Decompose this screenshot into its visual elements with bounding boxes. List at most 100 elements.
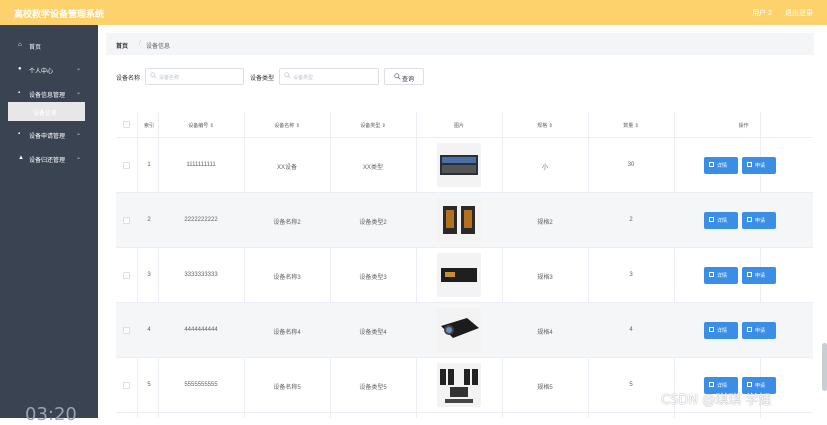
document-icon: [747, 272, 752, 277]
watermark: CSDN @琪琪 学姐: [661, 393, 772, 408]
select-all-checkbox[interactable]: [123, 121, 130, 128]
cell-spec: 小: [541, 165, 548, 171]
detail-button[interactable]: 详情: [704, 322, 738, 339]
device-image: [437, 308, 481, 352]
top-bar: 高校教学设备管理系统 用户 2 退出登录: [0, 0, 827, 25]
device-name-input[interactable]: 设备名称: [145, 68, 244, 85]
row-checkbox[interactable]: [123, 162, 130, 169]
device-type-label: 设备类型: [250, 76, 275, 82]
cell-name: 设备名称5: [273, 385, 301, 391]
detail-button-label: 详情: [717, 273, 728, 279]
sidebar-item-label: 个人中心: [29, 69, 54, 75]
cell-type: 设备类型2: [359, 220, 387, 226]
detail-button-label: 详情: [717, 218, 728, 224]
cell-type: XX类型: [362, 165, 383, 171]
breadcrumb-current: 设备信息: [146, 44, 171, 50]
breadcrumb: 首页 / 设备信息: [106, 33, 814, 55]
chevron-down-icon: ⌄: [76, 66, 82, 72]
breadcrumb-home[interactable]: 首页: [116, 41, 128, 50]
apply-button[interactable]: 申请: [742, 157, 776, 174]
query-button-label: 查询: [402, 77, 415, 83]
detail-button[interactable]: 详情: [704, 267, 738, 284]
header-type[interactable]: 设备类型 ⇕: [330, 122, 416, 129]
row-checkbox[interactable]: [123, 272, 130, 279]
cell-code: 2222222222: [184, 217, 218, 223]
cell-code: 1111111111: [186, 162, 216, 168]
header-code-label: 设备编号: [188, 123, 209, 129]
header-spec-label: 规格: [537, 123, 548, 129]
apply-button[interactable]: 申请: [742, 212, 776, 229]
device-type-placeholder: 设备类型: [293, 75, 314, 81]
detail-button-label: 详情: [717, 383, 728, 389]
table-header: 索引 设备编号 ⇕ 设备名称 ⇕ 设备类型 ⇕ 图片 规格 ⇕ 数量 ⇕ 操作: [116, 112, 813, 138]
apply-button-label: 申请: [755, 218, 766, 224]
document-icon: [709, 272, 714, 277]
sidebar-item-profile[interactable]: ● 个人中心 ⌄: [0, 61, 98, 79]
document-icon: [709, 217, 714, 222]
header-name-label: 设备名称: [274, 123, 295, 129]
sidebar-item-label: 设备申请管理: [29, 134, 66, 140]
cell-code: 5555555555: [184, 382, 218, 388]
search-icon: [150, 72, 157, 79]
cell-index: 5: [147, 382, 151, 388]
header-name[interactable]: 设备名称 ⇕: [244, 122, 330, 129]
document-icon: [747, 327, 752, 332]
search-icon: [394, 73, 401, 80]
header-qty-label: 数量: [623, 123, 634, 129]
header-code[interactable]: 设备编号 ⇕: [158, 122, 244, 129]
apply-button-label: 申请: [755, 383, 766, 389]
cell-type: 设备类型4: [359, 330, 387, 336]
cell-qty: 2: [629, 217, 633, 223]
device-name-label: 设备名称: [116, 76, 141, 82]
table-row: 4 4444444444 设备名称4 设备类型4 规格4 4 详情 申请: [116, 303, 813, 358]
header-spec[interactable]: 规格 ⇕: [502, 122, 588, 129]
cell-name: 设备名称2: [273, 220, 301, 226]
document-icon: [747, 162, 752, 167]
query-button[interactable]: 查询: [384, 68, 424, 85]
cell-index: 3: [147, 272, 151, 278]
detail-button-label: 详情: [717, 328, 728, 334]
apply-button-label: 申请: [755, 328, 766, 334]
sidebar-item-device-apply[interactable]: ▪ 设备申请管理 ⌄: [0, 126, 98, 144]
apply-button[interactable]: 申请: [742, 322, 776, 339]
sidebar-item-device-return[interactable]: ▲ 设备归还管理 ⌄: [0, 150, 98, 168]
cell-code: 3333333333: [184, 272, 218, 278]
apply-button[interactable]: 申请: [742, 267, 776, 284]
logout-link[interactable]: 退出登录: [785, 8, 813, 18]
user-menu[interactable]: 用户 2: [752, 8, 772, 18]
cell-code: 4444444444: [184, 327, 218, 333]
header-index: 索引: [143, 123, 154, 129]
cell-spec: 规格4: [537, 330, 553, 336]
sidebar-item-home[interactable]: ⌂ 首页: [0, 37, 98, 55]
detail-button[interactable]: 详情: [704, 212, 738, 229]
document-icon: [747, 217, 752, 222]
device-image: [437, 143, 481, 187]
user-icon: ●: [18, 66, 22, 72]
row-checkbox[interactable]: [123, 382, 130, 389]
bank-icon: ▲: [18, 155, 24, 161]
detail-button[interactable]: 详情: [704, 157, 738, 174]
cell-name: 设备名称3: [273, 275, 301, 281]
document-icon: [709, 327, 714, 332]
breadcrumb-separator: /: [139, 41, 141, 47]
apply-button-label: 申请: [755, 163, 766, 169]
device-type-input[interactable]: 设备类型: [279, 68, 379, 85]
grid-icon: ▪: [18, 131, 21, 137]
header-qty[interactable]: 数量 ⇕: [588, 122, 674, 129]
device-name-placeholder: 设备名称: [159, 75, 180, 81]
cell-qty: 5: [629, 382, 633, 388]
cell-qty: 30: [627, 162, 635, 168]
sidebar-subitem-device-info[interactable]: 设备信息: [8, 102, 85, 121]
scrollbar[interactable]: [822, 343, 827, 391]
chevron-down-icon: ⌄: [76, 90, 82, 96]
table-row: 2 2222222222 设备名称2 设备类型2 规格2 2 详情 申请: [116, 193, 813, 248]
device-image: [437, 198, 481, 242]
device-image: [437, 363, 481, 407]
sidebar-item-device-info[interactable]: ▪ 设备信息管理 ⌄: [0, 85, 98, 103]
header-type-label: 设备类型: [360, 123, 381, 129]
cell-type: 设备类型3: [359, 275, 387, 281]
apply-button-label: 申请: [755, 273, 766, 279]
row-checkbox[interactable]: [123, 217, 130, 224]
row-checkbox[interactable]: [123, 327, 130, 334]
clock: 03:20: [25, 404, 77, 425]
